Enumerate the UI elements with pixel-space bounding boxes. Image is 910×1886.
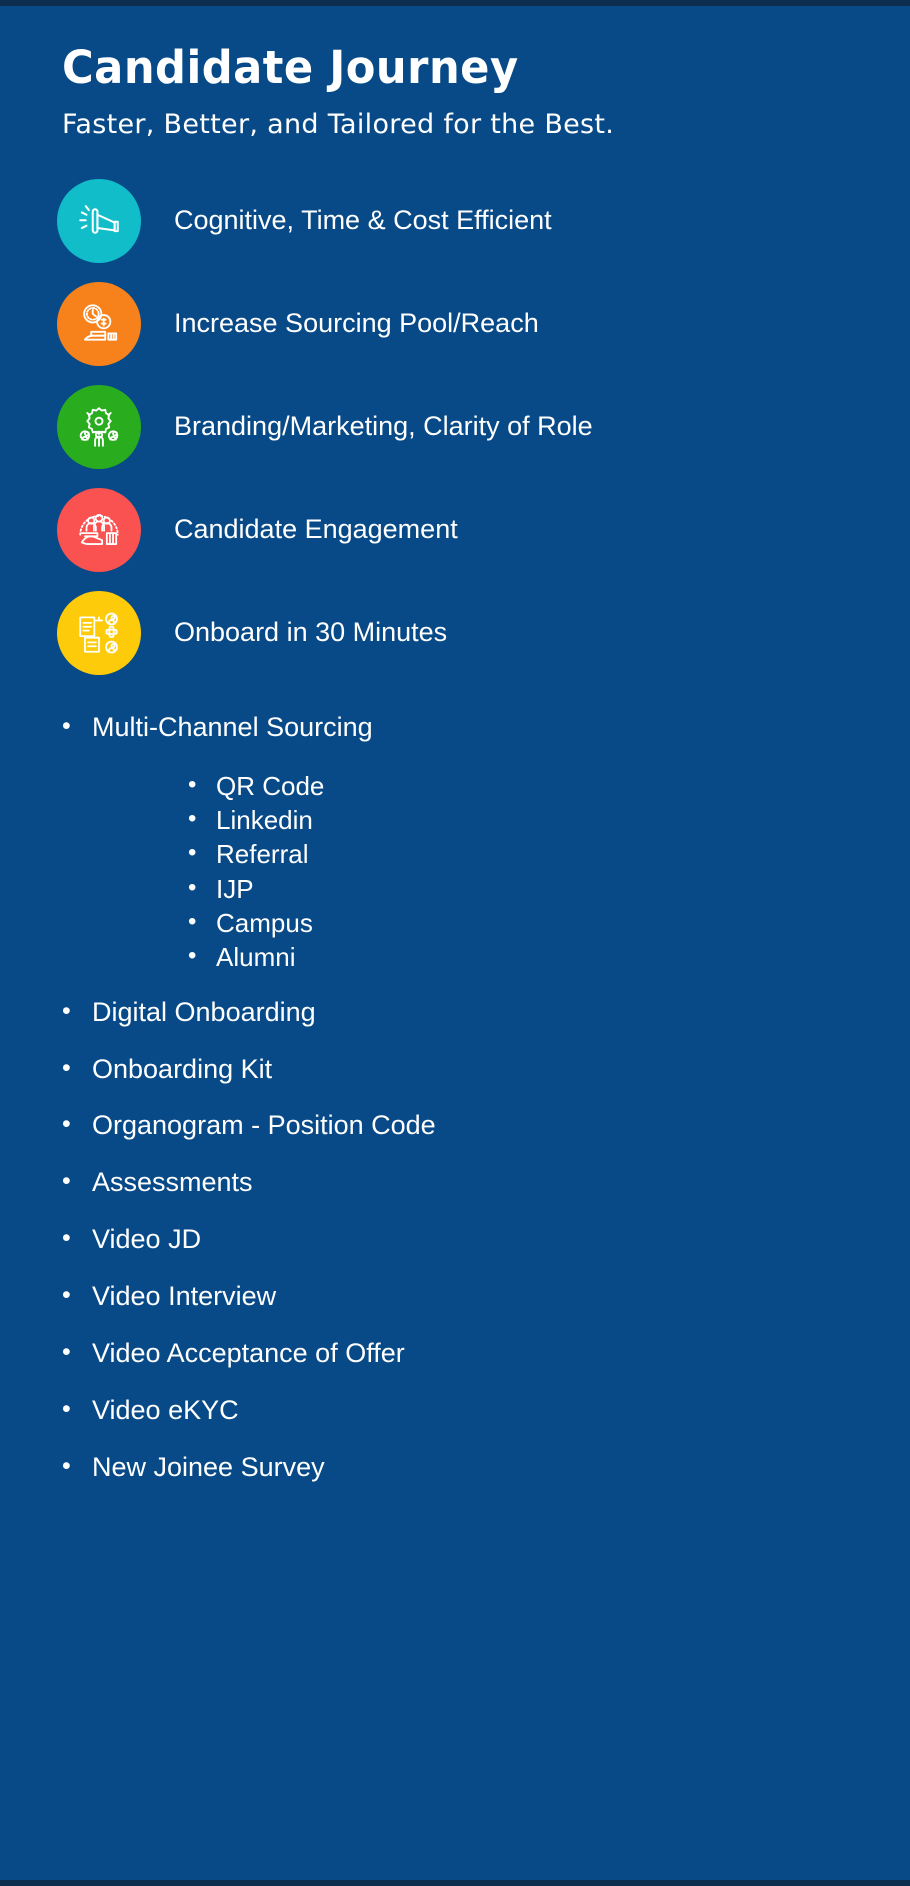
feature-badge-label: Onboard in 30 Minutes xyxy=(174,617,448,648)
list-item-label: New Joinee Survey xyxy=(92,1451,325,1482)
bullet-marker-icon: • xyxy=(62,996,71,1025)
list-item-label: Digital Onboarding xyxy=(92,996,316,1027)
list-item-label: Organogram - Position Code xyxy=(92,1110,436,1141)
bullet-marker-icon: • xyxy=(188,908,197,936)
page-title: Candidate Journey xyxy=(62,41,519,94)
list-item-label: Assessments xyxy=(92,1167,253,1198)
list-item[interactable]: • Onboarding Kit xyxy=(62,1054,910,1086)
list-item[interactable]: • Digital Onboarding xyxy=(62,997,910,1029)
list-item-label: Video Interview xyxy=(92,1280,277,1311)
feature-badge-list: Cognitive, Time & Cost Efficient Increas… xyxy=(0,178,910,676)
bullet-marker-icon: • xyxy=(62,1167,71,1196)
list-item[interactable]: • Organogram - Position Code xyxy=(62,1110,910,1142)
list-item-label: Video Acceptance of Offer xyxy=(92,1337,405,1368)
documents-people-gear-icon xyxy=(79,612,118,654)
bullet-marker-icon: • xyxy=(188,942,197,970)
feature-badge-row[interactable]: Onboard in 30 Minutes xyxy=(57,590,910,676)
gear-people-icon-badge xyxy=(57,384,141,469)
feature-badge-label: Branding/Marketing, Clarity of Role xyxy=(174,411,593,442)
header: Candidate Journey Faster, Better, and Ta… xyxy=(0,6,910,140)
megaphone-icon-badge xyxy=(57,178,141,263)
gear-people-icon xyxy=(79,407,119,447)
bullet-marker-icon: • xyxy=(62,1280,71,1309)
list-item-label: Video eKYC xyxy=(92,1394,239,1425)
list-item[interactable]: • Assessments xyxy=(62,1167,910,1199)
sub-list-item[interactable]: • QR Code xyxy=(188,769,910,803)
list-item-label: Video JD xyxy=(92,1224,202,1255)
sub-list-item-label: Referral xyxy=(216,839,309,870)
sub-list-item[interactable]: • Campus xyxy=(188,906,910,940)
clock-coins-icon-badge xyxy=(57,281,141,366)
feature-badge-label: Cognitive, Time & Cost Efficient xyxy=(174,205,552,236)
sub-list-item-label: IJP xyxy=(216,873,254,904)
feature-badge-row[interactable]: Cognitive, Time & Cost Efficient xyxy=(57,178,910,264)
list-item-label: Onboarding Kit xyxy=(92,1053,273,1084)
feature-badge-label: Increase Sourcing Pool/Reach xyxy=(174,308,539,339)
feature-bullet-list: • Multi-Channel Sourcing • QR Code • Lin… xyxy=(0,712,910,1483)
hand-people-icon-badge xyxy=(57,487,141,572)
bullet-marker-icon: • xyxy=(188,873,197,901)
sub-list-item[interactable]: • Referral xyxy=(188,837,910,871)
sub-list-item-label: Alumni xyxy=(216,942,296,973)
feature-badge-label: Candidate Engagement xyxy=(174,514,458,545)
megaphone-icon xyxy=(79,205,119,234)
feature-badge-row[interactable]: Increase Sourcing Pool/Reach xyxy=(57,281,910,367)
list-item[interactable]: • Video eKYC xyxy=(62,1395,910,1427)
feature-badge-row[interactable]: Candidate Engagement xyxy=(57,487,910,573)
sub-list-item-label: QR Code xyxy=(216,770,325,801)
sub-list-item[interactable]: • IJP xyxy=(188,872,910,906)
sub-list-item[interactable]: • Linkedin xyxy=(188,803,910,837)
bullet-marker-icon: • xyxy=(62,1110,71,1139)
bullet-marker-icon: • xyxy=(188,805,197,833)
bullet-marker-icon: • xyxy=(62,1337,71,1366)
sub-list-item-label: Campus xyxy=(216,908,313,939)
list-item[interactable]: • New Joinee Survey xyxy=(62,1452,910,1484)
list-item[interactable]: • Video Interview xyxy=(62,1281,910,1313)
feature-badge-row[interactable]: Branding/Marketing, Clarity of Role xyxy=(57,384,910,470)
bullet-marker-icon: • xyxy=(62,1394,71,1423)
slide-root: Candidate Journey Faster, Better, and Ta… xyxy=(0,0,910,1886)
bullet-marker-icon: • xyxy=(62,1451,71,1480)
list-item-label: Multi-Channel Sourcing xyxy=(92,711,373,742)
bullet-marker-icon: • xyxy=(62,711,71,740)
sub-list-item[interactable]: • Alumni xyxy=(188,940,910,974)
bullet-marker-icon: • xyxy=(62,1053,71,1082)
list-item[interactable]: • Multi-Channel Sourcing xyxy=(62,712,910,744)
sub-list-item-label: Linkedin xyxy=(216,805,313,836)
page-subtitle: Faster, Better, and Tailored for the Bes… xyxy=(62,109,615,141)
bullet-marker-icon: • xyxy=(62,1224,71,1253)
sub-bullet-list: • QR Code • Linkedin • Referral • IJP • … xyxy=(62,769,910,975)
bullet-marker-icon: • xyxy=(188,770,197,798)
hand-people-icon xyxy=(79,513,119,545)
list-item[interactable]: • Video Acceptance of Offer xyxy=(62,1338,910,1370)
documents-people-gear-icon-badge xyxy=(57,590,141,675)
list-item[interactable]: • Video JD xyxy=(62,1224,910,1256)
clock-coins-icon xyxy=(83,304,118,341)
bullet-marker-icon: • xyxy=(188,839,197,867)
